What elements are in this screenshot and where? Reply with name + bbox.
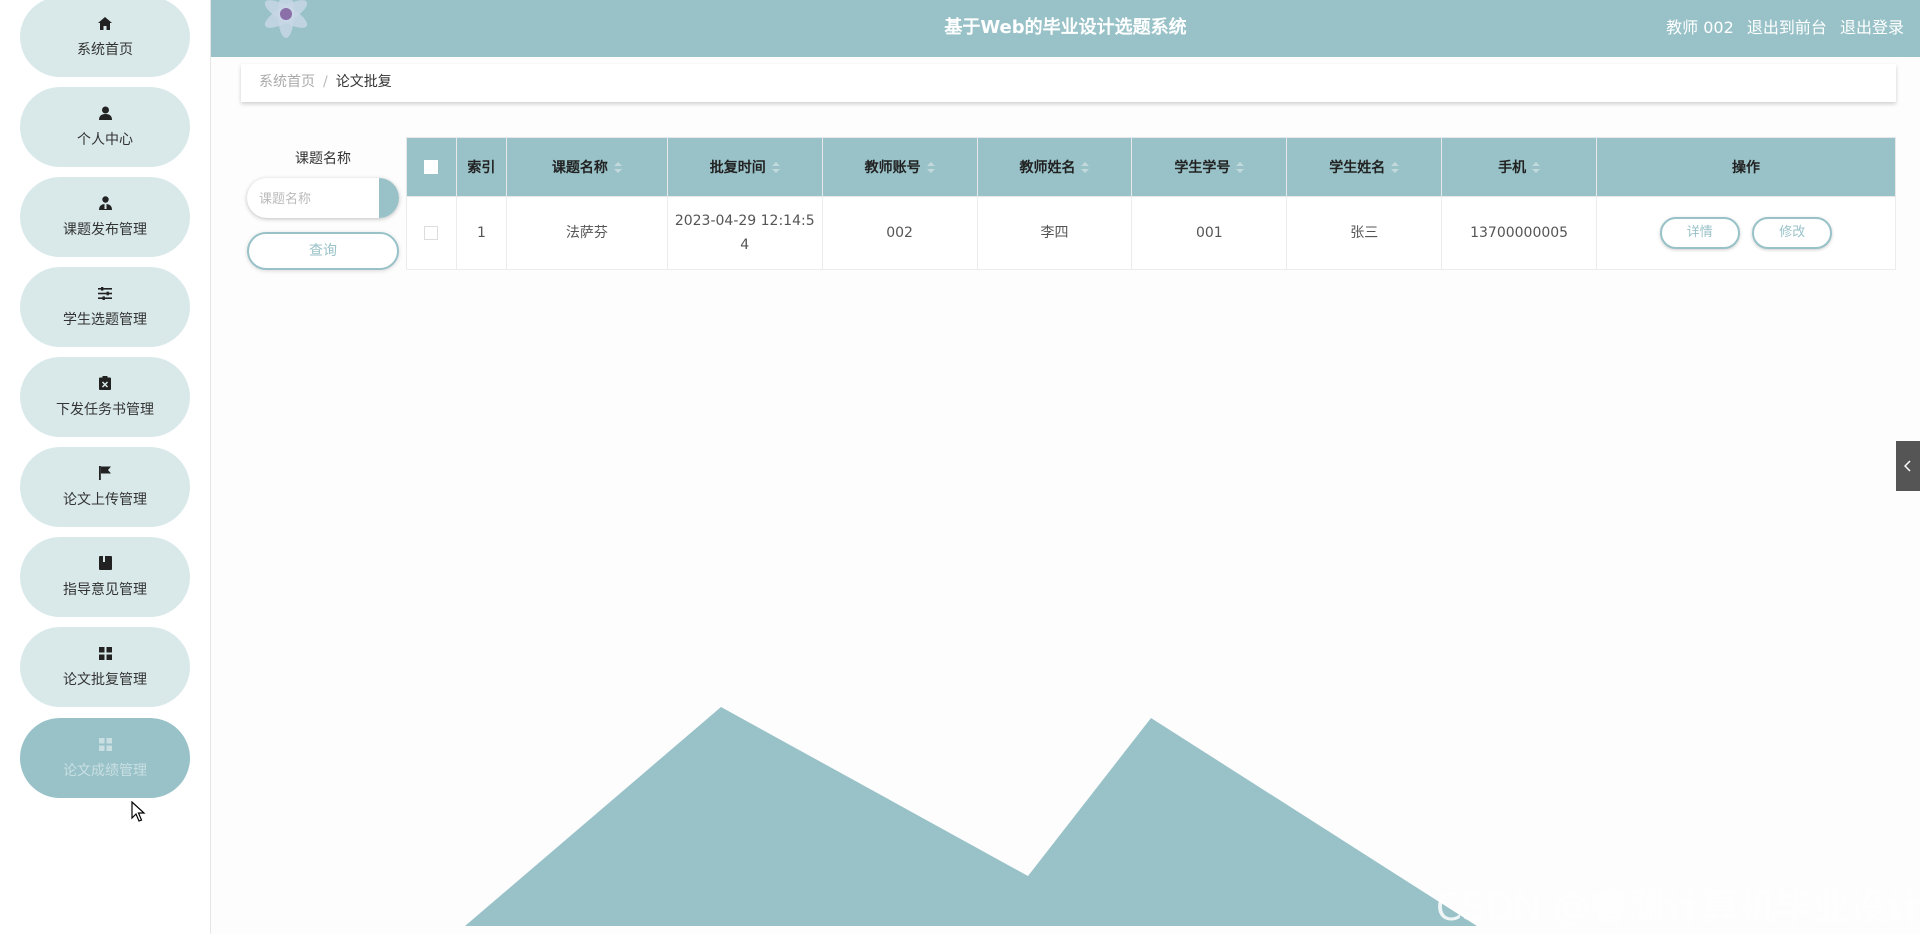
cell-topic: 法萨芬 — [505, 196, 668, 270]
sidebar-item-label: 指导意见管理 — [63, 582, 147, 598]
column-label: 索引 — [467, 160, 496, 176]
column-label: 教师姓名 — [1019, 160, 1076, 176]
search-button[interactable]: 查询 — [247, 232, 399, 270]
current-user: 教师 002 — [1666, 18, 1734, 37]
column-header: 操作 — [1596, 137, 1896, 197]
sidebar-item-profile[interactable]: 个人中心 — [20, 87, 190, 167]
sidebar-item-paper-reply[interactable]: 论文批复管理 — [20, 627, 190, 707]
top-header: 基于Web的毕业设计选题系统 教师 002 退出到前台 退出登录 — [211, 0, 1920, 57]
grid-icon — [97, 645, 113, 661]
user-tie-icon — [97, 195, 113, 211]
table-row: 1 法萨芬 2023-04-29 12:14:5 4 002 李四 001 张三 … — [406, 196, 1896, 270]
column-label: 学生姓名 — [1329, 160, 1386, 176]
sidebar-item-home[interactable]: 系统首页 — [20, 0, 190, 77]
column-label: 手机 — [1498, 160, 1527, 176]
sort-icon[interactable] — [926, 162, 935, 174]
column-label: 批复时间 — [709, 160, 766, 176]
watermark: CSDN @睿渊计算机毕业设计 — [1436, 886, 1920, 929]
select-all-cell[interactable] — [406, 137, 457, 197]
sidebar-item-label: 论文成绩管理 — [63, 763, 147, 779]
column-header[interactable]: 教师账号 — [821, 137, 978, 197]
mouse-cursor-icon — [131, 801, 146, 822]
column-label: 教师账号 — [864, 160, 921, 176]
table-header-row: 索引 课题名称 批复时间 教师账号 教师姓名 学生学号 学生姓名 手机 操作 — [406, 137, 1896, 197]
sort-icon[interactable] — [1532, 162, 1541, 174]
flag-icon — [97, 465, 113, 481]
sort-icon[interactable] — [1081, 162, 1090, 174]
sliders-icon — [97, 285, 113, 301]
time-line-2: 4 — [740, 237, 750, 253]
detail-button[interactable]: 详情 — [1659, 217, 1740, 249]
row-select-cell[interactable] — [406, 196, 457, 270]
sidebar-item-label: 课题发布管理 — [63, 222, 147, 238]
column-header: 索引 — [455, 137, 507, 197]
search-input-wrapper — [247, 178, 399, 218]
reply-table: 索引 课题名称 批复时间 教师账号 教师姓名 学生学号 学生姓名 手机 操作 1… — [406, 137, 1896, 270]
clipboard-icon — [97, 375, 113, 391]
cell-teacher-account: 002 — [821, 196, 978, 270]
cell-student-name: 张三 — [1286, 196, 1443, 270]
breadcrumb-separator: / — [323, 74, 328, 90]
column-header[interactable]: 批复时间 — [666, 137, 823, 197]
sidebar-item-label: 论文上传管理 — [63, 492, 147, 508]
column-header[interactable]: 学生学号 — [1131, 137, 1288, 197]
sidebar-item-label: 论文批复管理 — [63, 672, 147, 688]
select-all-checkbox[interactable] — [424, 160, 439, 174]
column-header[interactable]: 课题名称 — [505, 137, 668, 197]
cell-index: 1 — [455, 196, 507, 270]
sort-icon[interactable] — [1391, 162, 1400, 174]
sidebar: 系统首页 个人中心 课题发布管理 学生选题管理 下发任务书管理 论文上传管理 指… — [0, 0, 211, 934]
sidebar-item-paper-score[interactable]: 论文成绩管理 — [20, 718, 190, 798]
cell-teacher-name: 李四 — [976, 196, 1133, 270]
sidebar-item-paper-upload[interactable]: 论文上传管理 — [20, 447, 190, 527]
logout-link[interactable]: 退出登录 — [1840, 18, 1904, 37]
column-header[interactable]: 手机 — [1441, 137, 1598, 197]
column-label: 操作 — [1732, 160, 1761, 176]
row-checkbox[interactable] — [424, 226, 439, 240]
breadcrumb-home[interactable]: 系统首页 — [259, 74, 315, 90]
cell-phone: 13700000005 — [1441, 196, 1598, 270]
back-to-front-link[interactable]: 退出到前台 — [1747, 18, 1827, 37]
column-header[interactable]: 教师姓名 — [976, 137, 1133, 197]
sidebar-item-topic-publish[interactable]: 课题发布管理 — [20, 177, 190, 257]
sidebar-item-label: 个人中心 — [77, 132, 133, 148]
sidebar-item-label: 学生选题管理 — [63, 312, 147, 328]
user-icon — [97, 105, 113, 121]
panel-toggle[interactable] — [1896, 441, 1920, 491]
sidebar-item-student-selection[interactable]: 学生选题管理 — [20, 267, 190, 347]
column-header[interactable]: 学生姓名 — [1286, 137, 1443, 197]
book-icon — [97, 555, 113, 571]
time-line-1: 2023-04-29 12:14:5 — [674, 213, 815, 229]
sidebar-item-guidance[interactable]: 指导意见管理 — [20, 537, 190, 617]
breadcrumb: 系统首页 / 论文批复 — [241, 64, 1896, 102]
edit-button[interactable]: 修改 — [1752, 217, 1833, 249]
column-label: 课题名称 — [551, 160, 608, 176]
home-icon — [97, 15, 113, 31]
sort-icon[interactable] — [771, 162, 780, 174]
sidebar-item-label: 系统首页 — [77, 42, 133, 58]
search-label: 课题名称 — [295, 151, 351, 167]
sort-icon[interactable] — [613, 162, 622, 174]
cell-time: 2023-04-29 12:14:5 4 — [666, 196, 823, 270]
grid-icon — [97, 736, 113, 752]
cell-actions: 详情 修改 — [1596, 196, 1896, 270]
sidebar-item-label: 下发任务书管理 — [56, 402, 154, 418]
user-bar: 教师 002 退出到前台 退出登录 — [1658, 0, 1904, 57]
column-label: 学生学号 — [1174, 160, 1231, 176]
sidebar-item-task-issue[interactable]: 下发任务书管理 — [20, 357, 190, 437]
breadcrumb-current: 论文批复 — [335, 74, 392, 90]
search-input-cap — [379, 178, 399, 218]
chevron-left-icon — [1904, 460, 1911, 472]
sort-icon[interactable] — [1236, 162, 1245, 174]
cell-student-id: 001 — [1131, 196, 1288, 270]
topic-search-input[interactable] — [247, 178, 379, 218]
